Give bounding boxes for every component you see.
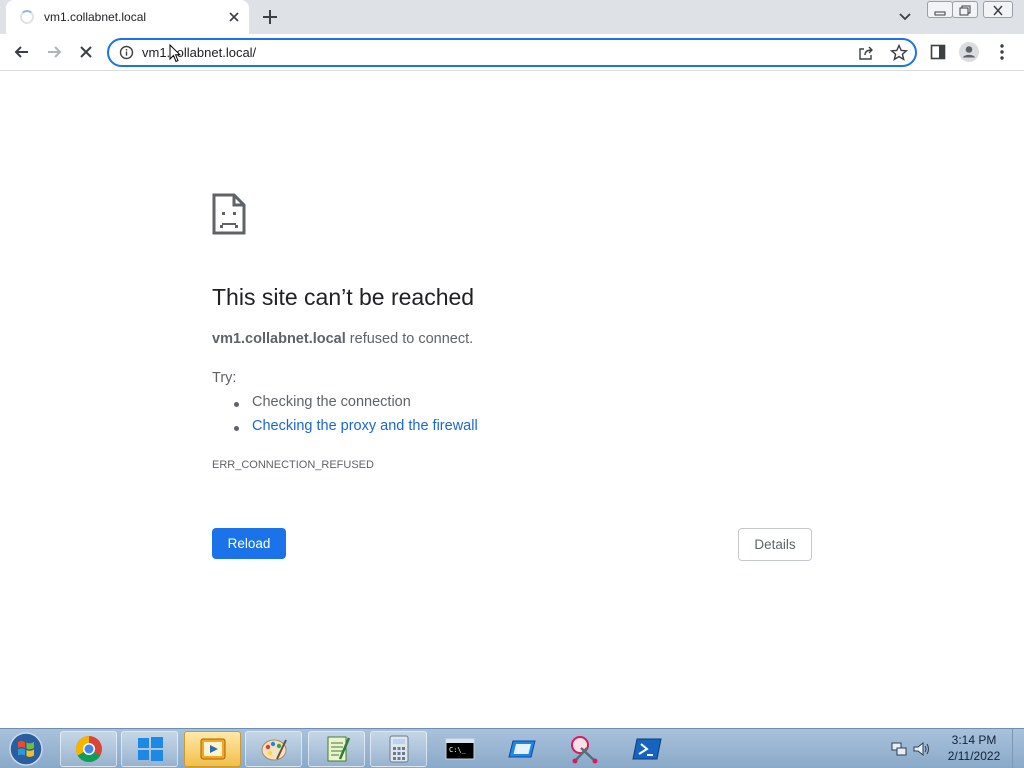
details-button[interactable]: Details: [738, 528, 812, 561]
address-bar[interactable]: vm1.collabnet.local/: [107, 38, 917, 67]
reload-button[interactable]: Reload: [212, 528, 286, 559]
close-window-button[interactable]: [983, 1, 1013, 18]
error-message-suffix: refused to connect.: [345, 331, 474, 347]
notepad-icon[interactable]: [308, 731, 365, 767]
error-message: vm1.collabnet.local refused to connect.: [212, 331, 473, 347]
media-player-icon[interactable]: [184, 731, 241, 767]
powershell-icon[interactable]: [618, 731, 675, 767]
show-desktop-button[interactable]: [1012, 729, 1024, 768]
close-tab-icon[interactable]: [224, 7, 244, 27]
clock-date: 2/11/2022: [947, 749, 1001, 763]
tab-title: vm1.collabnet.local: [44, 10, 147, 24]
paint-icon[interactable]: [245, 731, 302, 767]
profile-avatar-icon[interactable]: [955, 38, 983, 66]
restore-button[interactable]: [952, 1, 978, 18]
windows-icon[interactable]: [121, 731, 178, 767]
suggestion-list: Checking the connection Checking the pro…: [234, 394, 478, 442]
taskbar-clock[interactable]: 3:14 PM 2/11/2022: [940, 732, 1008, 764]
clock-time: 3:14 PM: [951, 733, 997, 747]
browser-tab[interactable]: vm1.collabnet.local: [6, 0, 249, 34]
browser-toolbar: vm1.collabnet.local/: [0, 34, 1024, 71]
error-code: ERR_CONNECTION_REFUSED: [212, 459, 374, 471]
loading-spinner-icon: [20, 10, 34, 24]
suggestion-check-proxy-link[interactable]: Checking the proxy and the firewall: [234, 418, 478, 442]
menu-kebab-icon[interactable]: [988, 38, 1016, 66]
network-icon[interactable]: [890, 740, 908, 758]
back-arrow-icon[interactable]: [8, 38, 36, 66]
calculator-icon[interactable]: [370, 731, 427, 767]
taskbar: C:\_ 3:14 PM 2/11/2022: [0, 728, 1024, 768]
sad-page-icon: [212, 193, 246, 240]
url-text[interactable]: vm1.collabnet.local/: [142, 45, 256, 60]
mouse-cursor-icon: [169, 43, 182, 68]
tab-strip: vm1.collabnet.local: [0, 0, 1024, 34]
snipping-tool-icon[interactable]: [556, 731, 613, 767]
site-info-icon[interactable]: [119, 45, 134, 60]
start-button[interactable]: [4, 731, 48, 767]
remote-desktop-icon[interactable]: [494, 731, 551, 767]
forward-arrow-icon[interactable]: [40, 38, 68, 66]
chrome-icon[interactable]: [60, 731, 117, 767]
minimize-button[interactable]: [927, 1, 953, 18]
suggestion-check-connection: Checking the connection: [234, 394, 478, 418]
volume-icon[interactable]: [912, 740, 932, 758]
bookmark-star-icon[interactable]: [889, 43, 909, 68]
svg-text:C:\_: C:\_: [449, 746, 467, 754]
stop-loading-icon[interactable]: [72, 38, 100, 66]
new-tab-button[interactable]: [258, 5, 282, 29]
side-panel-icon[interactable]: [924, 38, 952, 66]
try-label: Try:: [212, 370, 237, 386]
error-host: vm1.collabnet.local: [212, 331, 346, 347]
cmd-icon[interactable]: C:\_: [431, 731, 488, 767]
error-title: This site can’t be reached: [212, 284, 475, 310]
screen: vm1.collabnet.local vm1.collabnet.local/…: [0, 0, 1024, 768]
system-tray: [888, 737, 936, 761]
tab-search-chevron-icon[interactable]: [893, 6, 917, 28]
share-icon[interactable]: [857, 44, 875, 67]
